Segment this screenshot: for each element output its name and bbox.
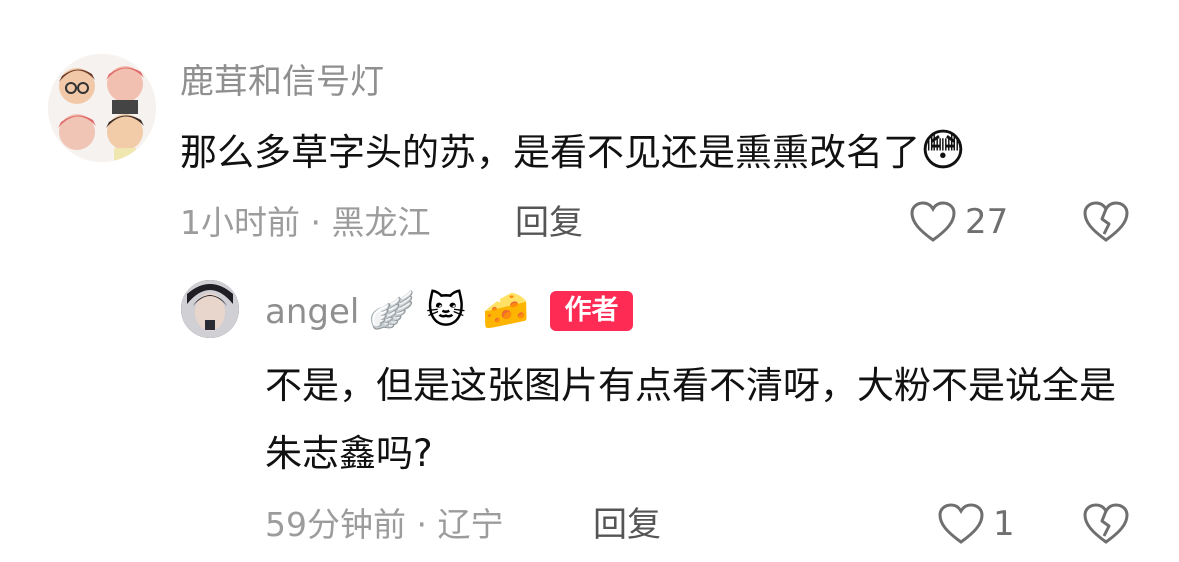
flushed-face-emoji: 😳: [920, 125, 966, 176]
reply-like-button[interactable]: 1: [937, 502, 1015, 546]
reply-time-location: 59分钟前 · 辽宁: [265, 505, 504, 544]
cheese-badge-icon: 🧀: [482, 288, 530, 332]
comment-avatar[interactable]: [48, 54, 156, 162]
like-count: 27: [965, 202, 1009, 242]
comment-time-location: 1小时前 · 黑龙江: [180, 203, 431, 242]
reply-avatar[interactable]: [181, 280, 239, 338]
reply-dislike-button[interactable]: [1082, 502, 1130, 550]
comment-text: 那么多草字头的苏，是看不见还是熏熏改名了😳: [180, 122, 966, 182]
profile-photo-icon: [181, 280, 239, 338]
like-button[interactable]: 27: [909, 200, 1008, 244]
cat-badge-icon: 🐱: [426, 288, 466, 332]
broken-heart-icon: [1083, 503, 1129, 544]
reply-reply-button[interactable]: 回复: [593, 505, 661, 545]
wing-badge-icon: 🪽: [368, 288, 416, 332]
heart-icon: [938, 503, 984, 544]
broken-heart-icon: [1083, 201, 1129, 242]
cartoon-avatar-icon: [48, 54, 156, 162]
reply-like-count: 1: [993, 504, 1015, 544]
author-badge: 作者: [550, 291, 633, 331]
reply-username[interactable]: angel: [265, 292, 359, 332]
comment-text-body: 那么多草字头的苏，是看不见还是熏熏改名了: [180, 131, 920, 174]
dislike-button[interactable]: [1082, 200, 1130, 248]
heart-icon: [910, 201, 956, 242]
reply-text: 不是，但是这张图片有点看不清呀，大粉不是说全是朱志鑫吗?: [265, 364, 1116, 475]
reply-button[interactable]: 回复: [515, 203, 583, 243]
comment-username[interactable]: 鹿茸和信号灯: [180, 62, 384, 102]
